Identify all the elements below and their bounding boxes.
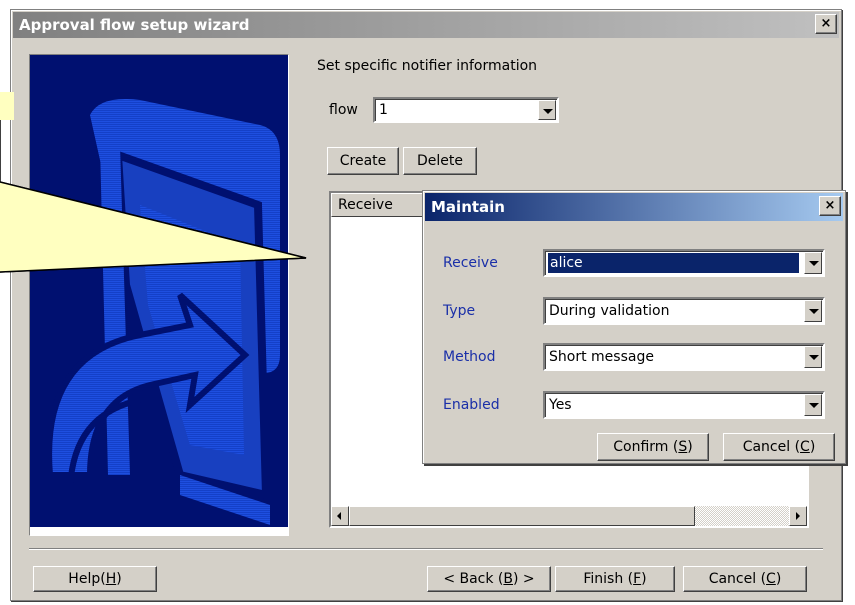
flow-select-value: 1 xyxy=(379,102,388,118)
delete-button-label: Delete xyxy=(417,153,463,169)
back-accelerator: B xyxy=(503,571,514,587)
enabled-label: Enabled xyxy=(443,397,500,413)
finish-button[interactable]: Finish (F) xyxy=(555,566,675,592)
delete-button[interactable]: Delete xyxy=(403,147,477,175)
dialog-cancel-label: Cancel ( xyxy=(742,439,801,455)
footer-separator xyxy=(29,548,823,550)
help-accelerator: H xyxy=(105,571,117,587)
confirm-suffix: ) xyxy=(687,439,693,455)
cancel-accelerator: C xyxy=(766,571,776,587)
wizard-close-button[interactable]: × xyxy=(815,14,837,34)
enabled-select-value: Yes xyxy=(549,397,572,413)
cancel-button[interactable]: Cancel (C) xyxy=(683,566,807,592)
dropdown-arrow-icon[interactable] xyxy=(538,100,556,120)
close-icon: × xyxy=(820,16,832,31)
dropdown-arrow-icon[interactable] xyxy=(804,252,822,274)
enabled-select[interactable]: Yes xyxy=(543,391,825,419)
dialog-cancel-button[interactable]: Cancel (C) xyxy=(723,433,835,461)
dropdown-arrow-icon[interactable] xyxy=(804,346,822,368)
flow-select[interactable]: 1 xyxy=(373,97,559,123)
flow-label: flow xyxy=(329,102,358,118)
back-label: < Back ( xyxy=(443,571,504,587)
receive-label: Receive xyxy=(443,255,498,271)
scroll-right-icon[interactable] xyxy=(789,506,807,526)
dialog-title: Maintain xyxy=(431,198,505,216)
help-label: Help( xyxy=(68,571,106,587)
help-button[interactable]: Help(H) xyxy=(33,566,157,592)
type-label: Type xyxy=(443,303,476,319)
callout-pointer xyxy=(0,92,307,273)
dropdown-arrow-icon[interactable] xyxy=(804,300,822,322)
method-select[interactable]: Short message xyxy=(543,343,825,371)
list-horizontal-scrollbar[interactable] xyxy=(331,506,807,526)
help-suffix: ) xyxy=(116,571,122,587)
finish-suffix: ) xyxy=(641,571,647,587)
back-suffix: ) > xyxy=(513,571,535,587)
dialog-cancel-accelerator: C xyxy=(800,439,810,455)
receive-select[interactable]: alice xyxy=(543,249,825,277)
close-icon: × xyxy=(824,198,836,213)
confirm-accelerator: S xyxy=(678,439,688,455)
dialog-cancel-suffix: ) xyxy=(809,439,816,455)
scrollbar-thumb[interactable] xyxy=(349,506,695,526)
create-button-label: Create xyxy=(339,153,387,169)
cancel-label: Cancel ( xyxy=(708,571,767,587)
side-image-strip xyxy=(30,527,288,535)
confirm-button[interactable]: Confirm (S) xyxy=(597,433,709,461)
dialog-close-button[interactable]: × xyxy=(819,196,841,216)
page-heading: Set specific notifier information xyxy=(317,58,538,74)
receive-select-value: alice xyxy=(548,253,799,273)
method-label: Method xyxy=(443,349,496,365)
dialog-titlebar[interactable]: Maintain xyxy=(425,193,843,221)
dropdown-arrow-icon[interactable] xyxy=(804,394,822,416)
list-header-label: Receive xyxy=(338,197,393,213)
scroll-left-icon[interactable] xyxy=(331,506,349,526)
type-select[interactable]: During validation xyxy=(543,297,825,325)
method-select-value: Short message xyxy=(549,349,654,365)
confirm-label: Confirm ( xyxy=(613,439,679,455)
type-select-value: During validation xyxy=(549,303,670,319)
list-header-receive[interactable]: Receive xyxy=(331,193,431,217)
finish-label: Finish ( xyxy=(583,571,634,587)
cancel-suffix: ) xyxy=(775,571,782,587)
create-button[interactable]: Create xyxy=(327,147,399,175)
finish-accelerator: F xyxy=(633,571,642,587)
maintain-dialog: Maintain × Receive alice Type During val… xyxy=(422,190,846,464)
back-button[interactable]: < Back (B) > xyxy=(427,566,551,592)
